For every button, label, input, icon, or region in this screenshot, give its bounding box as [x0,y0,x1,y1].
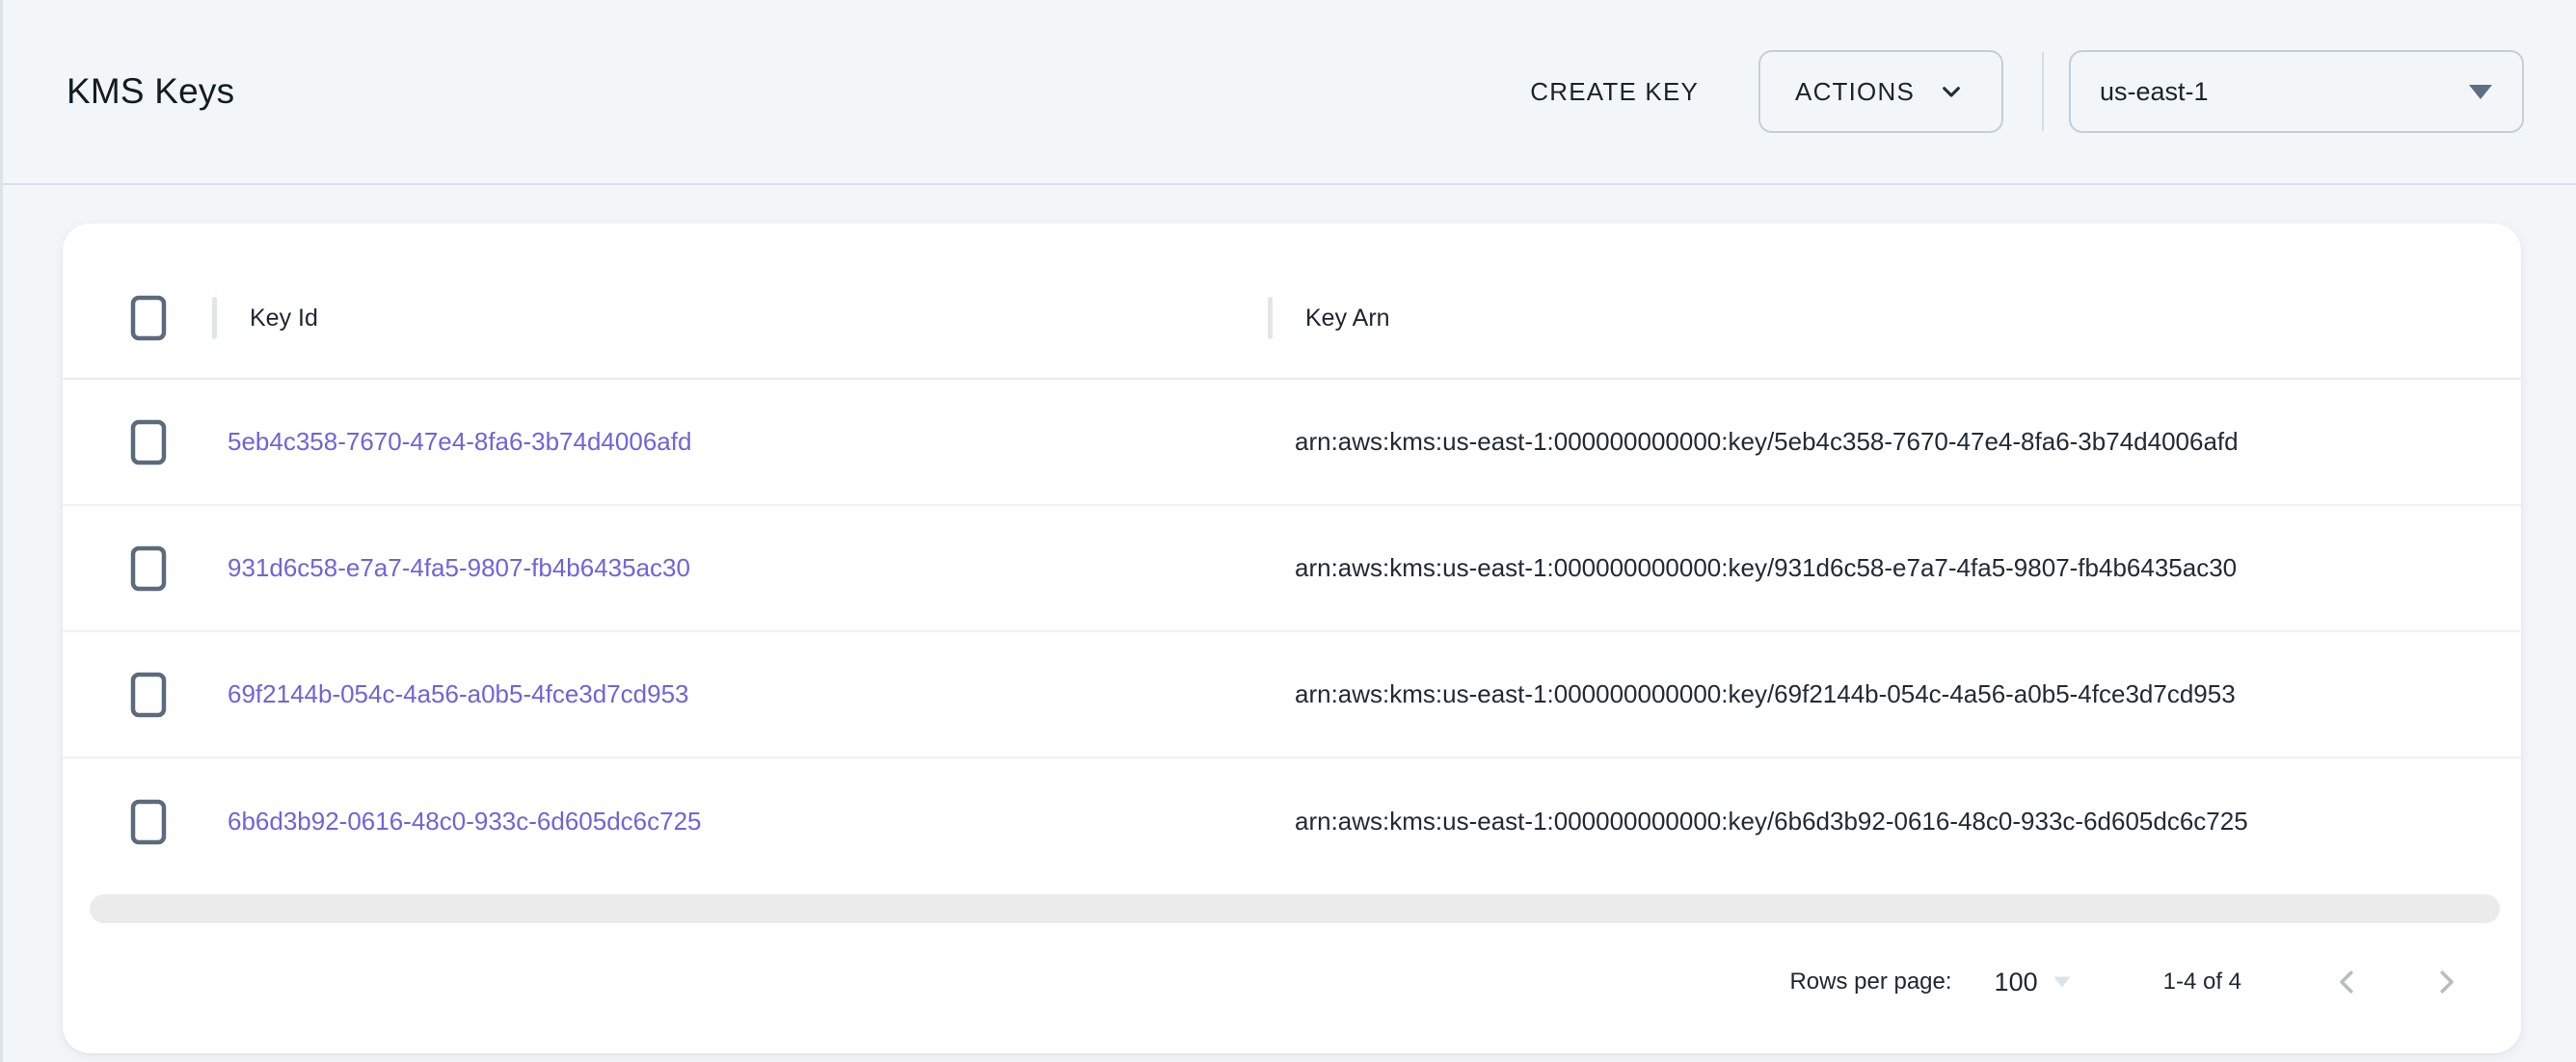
table-row: 6b6d3b92-0616-48c0-933c-6d605dc6c725 arn… [63,758,2521,885]
row-checkbox[interactable] [130,545,167,592]
chevron-down-icon [1936,76,1967,107]
column-resize-handle[interactable] [212,297,217,339]
table-row: 5eb4c358-7670-47e4-8fa6-3b74d4006afd arn… [63,380,2521,506]
key-id-link[interactable]: 5eb4c358-7670-47e4-8fa6-3b74d4006afd [228,427,691,456]
table-row: 69f2144b-054c-4a56-a0b5-4fce3d7cd953 arn… [63,632,2521,758]
key-id-cell: 931d6c58-e7a7-4fa5-9807-fb4b6435ac30 [212,553,1268,583]
column-header-label: Key Id [250,305,318,332]
horizontal-scrollbar-track [90,894,2500,923]
page-header: KMS Keys CREATE KEY ACTIONS us-east-1 [3,0,2576,185]
triangle-down-icon [2468,84,2493,100]
row-checkbox-cell [130,419,212,465]
chevron-right-icon[interactable] [2428,965,2463,999]
kms-keys-table-card: Key Id Key Arn 5eb4c358-7670-47e4-8fa6-3… [63,224,2521,1053]
key-arn-cell: arn:aws:kms:us-east-1:000000000000:key/9… [1268,553,2521,583]
key-id-link[interactable]: 6b6d3b92-0616-48c0-933c-6d605dc6c725 [228,807,702,836]
key-id-link[interactable]: 931d6c58-e7a7-4fa5-9807-fb4b6435ac30 [228,553,690,582]
create-key-button[interactable]: CREATE KEY [1507,60,1722,124]
region-select[interactable]: us-east-1 [2069,50,2524,133]
rows-per-page-select[interactable]: 100 [1995,968,2038,997]
header-divider [2042,52,2044,131]
column-header-label: Key Arn [1305,305,1390,332]
key-arn-cell: arn:aws:kms:us-east-1:000000000000:key/6… [1268,807,2521,836]
row-checkbox-cell [130,799,212,845]
page-title: KMS Keys [67,71,234,112]
actions-button[interactable]: ACTIONS [1758,50,2003,133]
select-all-checkbox[interactable] [130,295,167,341]
pagination-range-label: 1-4 of 4 [2163,969,2241,996]
column-header-key-arn[interactable]: Key Arn [1268,297,2521,339]
horizontal-scrollbar-thumb[interactable] [90,894,2500,923]
pagination-bar: Rows per page: 100 1-4 of 4 [63,950,2521,1014]
key-id-link[interactable]: 69f2144b-054c-4a56-a0b5-4fce3d7cd953 [228,679,689,708]
key-arn-cell: arn:aws:kms:us-east-1:000000000000:key/6… [1268,679,2521,709]
row-checkbox[interactable] [130,419,167,465]
row-checkbox[interactable] [130,799,167,845]
column-header-key-id[interactable]: Key Id [212,297,1268,339]
key-arn-cell: arn:aws:kms:us-east-1:000000000000:key/5… [1268,427,2521,457]
rows-per-page-label: Rows per page: [1789,969,1951,996]
actions-button-label: ACTIONS [1795,77,1915,107]
key-id-cell: 69f2144b-054c-4a56-a0b5-4fce3d7cd953 [212,679,1268,709]
key-id-cell: 6b6d3b92-0616-48c0-933c-6d605dc6c725 [212,807,1268,836]
table-header-row: Key Id Key Arn [63,258,2521,380]
table-row: 931d6c58-e7a7-4fa5-9807-fb4b6435ac30 arn… [63,506,2521,632]
triangle-down-icon[interactable] [2053,976,2071,988]
header-controls: CREATE KEY ACTIONS us-east-1 [1507,50,2524,133]
select-all-cell [130,295,212,341]
key-id-cell: 5eb4c358-7670-47e4-8fa6-3b74d4006afd [212,427,1268,457]
column-resize-handle[interactable] [1268,297,1273,339]
row-checkbox-cell [130,545,212,592]
chevron-left-icon[interactable] [2330,965,2365,999]
row-checkbox-cell [130,672,212,718]
region-select-value: us-east-1 [2100,77,2209,107]
row-checkbox[interactable] [130,672,167,718]
